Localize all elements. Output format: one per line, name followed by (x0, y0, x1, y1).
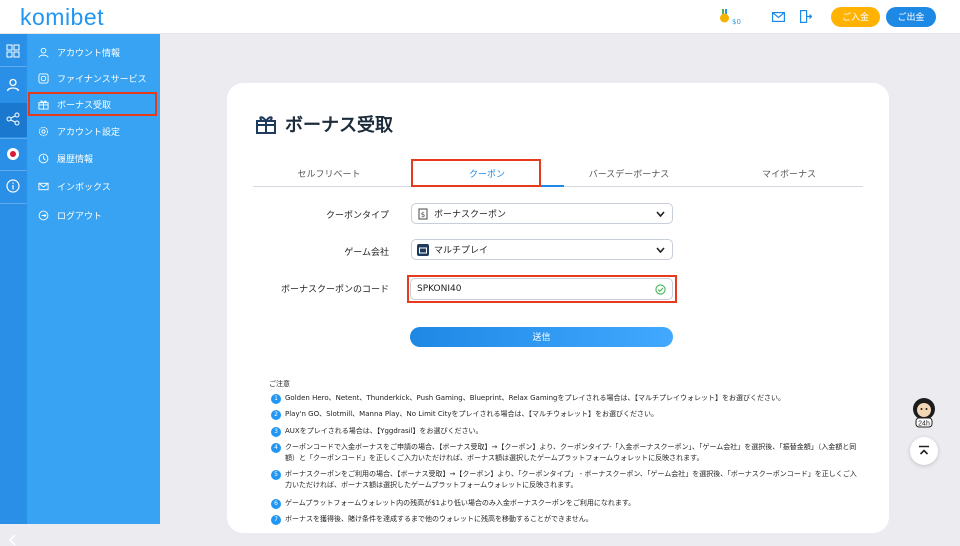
note-item: 1 Golden Hero、Netent、Thunderkick、Push Gam… (271, 393, 861, 404)
japan-flag-icon[interactable] (6, 147, 20, 161)
rail-divider (0, 170, 27, 171)
coupon-type-value: ボーナスクーポン (434, 210, 507, 220)
gear-icon (38, 126, 49, 136)
rail-divider (0, 203, 27, 204)
sidebar-item-label: ログアウト (57, 211, 103, 222)
notes-title: ご注意 (269, 380, 290, 388)
scroll-to-top-button[interactable] (910, 437, 938, 465)
sidebar-item-inbox[interactable]: インボックス (38, 175, 156, 197)
note-item: 6 ゲームプラットフォームウォレット内の残高が$1より低い場合のみ入金ボーナスクー… (271, 498, 861, 509)
history-icon (38, 153, 49, 163)
sidebar-item-label: アカウント情報 (57, 48, 121, 59)
logout-icon (38, 210, 49, 220)
sidebar-item-label: ファイナンスサービス (57, 74, 147, 85)
sidebar-item-finance[interactable]: ファイナンスサービス (38, 67, 156, 89)
chevron-down-icon (656, 247, 665, 254)
collapse-icon[interactable] (8, 534, 18, 546)
mail-icon[interactable] (772, 12, 785, 22)
finance-icon (38, 72, 49, 84)
svg-text:24h: 24h (918, 421, 930, 428)
game-company-select[interactable]: マルチプレイ (411, 239, 673, 260)
user-icon (38, 47, 49, 58)
game-company-value: マルチプレイ (434, 246, 489, 256)
arrow-up-icon (919, 445, 929, 455)
icon-rail (0, 34, 27, 546)
highlight-coupon-code (407, 275, 677, 303)
share-icon[interactable] (6, 112, 20, 126)
info-icon[interactable] (6, 179, 20, 193)
coupon-type-select[interactable]: $ ボーナスクーポン (411, 203, 673, 224)
balance-amount: $0 (732, 18, 741, 26)
tab-my-bonus[interactable]: マイボーナス (713, 167, 865, 180)
withdraw-button[interactable]: ご出金 (886, 7, 936, 27)
tab-self-rebate[interactable]: セルフリベート (253, 167, 405, 180)
sidebar-item-label: 履歴情報 (57, 154, 94, 165)
page-title: ボーナス受取 (255, 110, 393, 138)
deposit-button[interactable]: ご入金 (831, 7, 880, 27)
wallet-icon (417, 243, 429, 256)
sidebar-item-history[interactable]: 履歴情報 (38, 147, 156, 169)
note-item: 7 ボーナスを獲得後、賭け条件を達成するまで他のウォレットに残高を移動することがで… (271, 514, 861, 525)
game-company-label: ゲーム会社 (344, 248, 389, 258)
svg-text:$: $ (421, 211, 425, 219)
sidebar-item-logout[interactable]: ログアウト (38, 204, 156, 226)
note-item: 3 AUXをプレイされる場合は、【Yggdrasil】をお選びください。 (271, 426, 861, 437)
highlight-bonus-menu (28, 92, 157, 116)
tab-birthday-bonus[interactable]: バースデーボーナス (553, 167, 705, 180)
tab-bar: セルフリベート クーポン バースデーボーナス マイボーナス (253, 161, 863, 187)
top-header: komibet $0 ご入金 ご出金 (0, 0, 960, 34)
rail-divider (0, 138, 27, 139)
user-icon[interactable] (6, 78, 20, 92)
coupon-icon: $ (418, 208, 428, 219)
support-24h-icon[interactable]: 24h (909, 396, 939, 428)
rail-divider (0, 66, 27, 67)
site-logo[interactable]: komibet (20, 4, 104, 31)
sidebar-item-settings[interactable]: アカウント設定 (38, 120, 156, 142)
sidebar-item-account-info[interactable]: アカウント情報 (38, 41, 156, 63)
page-title-text: ボーナス受取 (285, 115, 393, 136)
note-item: 5 ボーナスクーポンをご利用の場合、【ボーナス受取】→【クーポン】より、「クーポン… (271, 469, 861, 491)
logout-icon[interactable] (800, 10, 812, 23)
coin-icon[interactable] (719, 9, 730, 23)
sidebar-item-label: アカウント設定 (57, 127, 121, 138)
highlight-coupon-tab (411, 159, 541, 187)
note-item: 2 Play'n GO、Slotmill、Manna Play、No Limit … (271, 409, 861, 420)
bonus-card: ボーナス受取 セルフリベート クーポン バースデーボーナス マイボーナス クーポ… (227, 83, 889, 533)
submit-button[interactable]: 送信 (410, 327, 673, 347)
sidebar-item-label: インボックス (57, 182, 111, 193)
gift-icon (256, 116, 276, 134)
mail-icon (38, 182, 49, 190)
note-item: 4 クーポンコードで入金ボーナスをご申請の場合、【ボーナス受取】→【クーポン】より… (271, 442, 861, 464)
coupon-type-label: クーポンタイプ (325, 211, 389, 221)
coupon-code-label: ボーナスクーポンのコード (280, 285, 389, 295)
chevron-down-icon (656, 211, 665, 218)
grid-icon[interactable] (6, 44, 20, 58)
